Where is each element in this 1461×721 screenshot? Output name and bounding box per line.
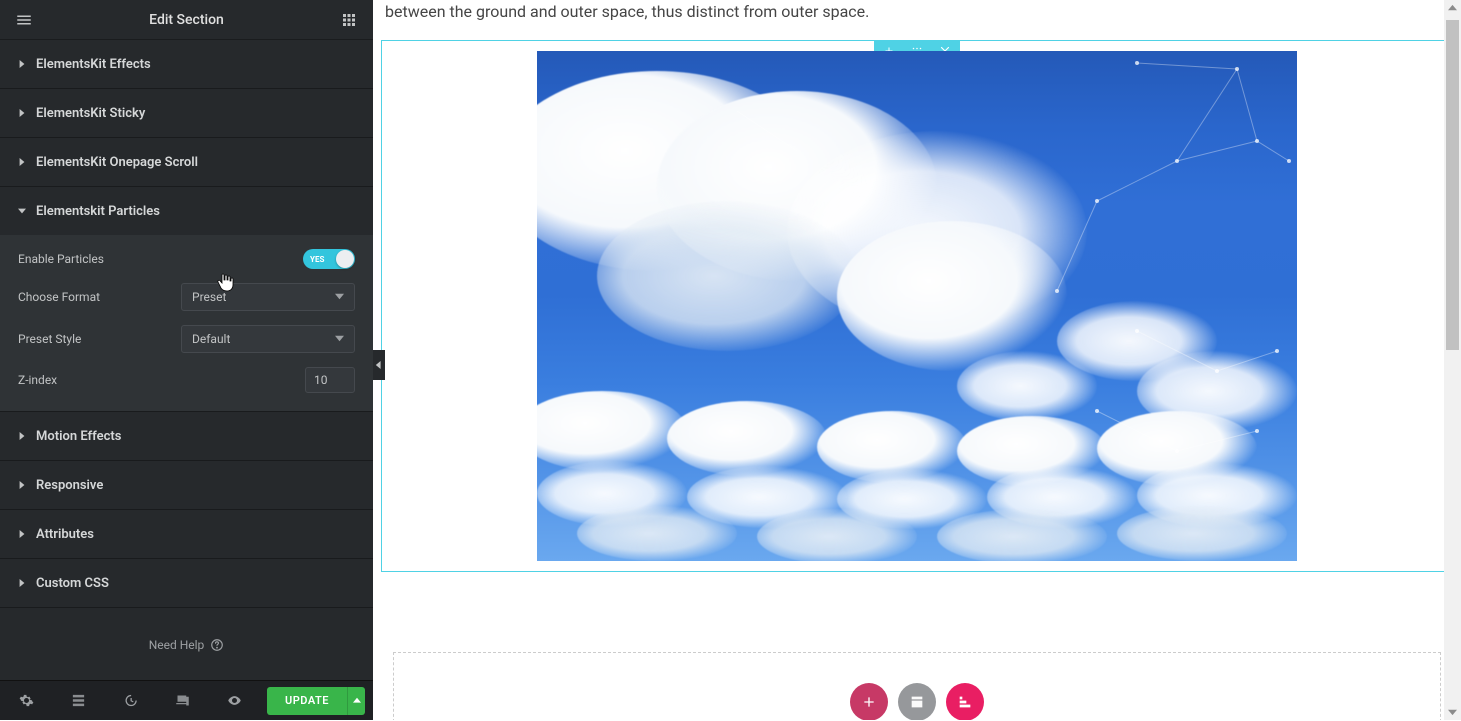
sidebar-collapse-handle[interactable] [373, 350, 385, 380]
accordion-responsive[interactable]: Responsive [0, 461, 373, 509]
new-section-placeholder[interactable] [393, 652, 1441, 720]
accordion-label: Attributes [36, 527, 94, 542]
accordion-elementskit-particles[interactable]: Elementskit Particles [0, 187, 373, 235]
preset-style-select[interactable]: Default [181, 325, 355, 353]
chevron-down-icon [335, 290, 344, 304]
chevron-down-icon [335, 332, 344, 346]
enable-particles-toggle[interactable]: YES [303, 249, 355, 269]
sidebar-header: Edit Section [0, 0, 373, 40]
preset-style-label: Preset Style [18, 332, 181, 346]
accordion-label: Motion Effects [36, 429, 121, 444]
choose-format-select[interactable]: Preset [181, 283, 355, 311]
add-elementskit-button[interactable] [946, 683, 984, 720]
apps-icon[interactable] [337, 8, 361, 32]
toggle-knob [336, 250, 354, 268]
need-help-link[interactable]: Need Help [0, 608, 373, 680]
update-button[interactable]: UPDATE [267, 687, 347, 715]
settings-icon[interactable] [0, 681, 52, 721]
sky-image [537, 51, 1297, 561]
scroll-up-button[interactable] [1444, 0, 1461, 17]
responsive-icon[interactable] [156, 681, 208, 721]
select-value: Default [192, 332, 230, 346]
scroll-down-button[interactable] [1444, 703, 1461, 720]
enable-particles-label: Enable Particles [18, 252, 303, 266]
caret-down-icon [18, 207, 26, 215]
sidebar-title: Edit Section [36, 12, 337, 28]
choose-format-label: Choose Format [18, 290, 181, 304]
help-text: Need Help [149, 638, 205, 652]
accordion-label: ElementsKit Effects [36, 57, 151, 72]
accordion-custom-css[interactable]: Custom CSS [0, 559, 373, 607]
add-template-button[interactable] [898, 683, 936, 720]
editor-sidebar: Edit Section ElementsKit Effects Element… [0, 0, 373, 720]
vertical-scrollbar[interactable] [1444, 0, 1461, 720]
selected-section[interactable] [381, 40, 1453, 572]
accordion-label: ElementsKit Sticky [36, 106, 145, 121]
preview-icon[interactable] [208, 681, 260, 721]
canvas-intro-text: between the ground and outer space, thus… [373, 0, 1461, 34]
scroll-thumb[interactable] [1446, 20, 1459, 350]
caret-right-icon [18, 481, 26, 489]
sidebar-footer: UPDATE [0, 680, 373, 720]
particles-content: Enable Particles YES Choose Format Prese… [0, 235, 373, 411]
caret-right-icon [18, 109, 26, 117]
toggle-on-text: YES [310, 255, 324, 264]
menu-icon[interactable] [12, 8, 36, 32]
particle-overlay [537, 51, 1297, 561]
caret-right-icon [18, 579, 26, 587]
caret-right-icon [18, 432, 26, 440]
accordion-elementskit-sticky[interactable]: ElementsKit Sticky [0, 89, 373, 137]
caret-right-icon [18, 530, 26, 538]
update-button-caret[interactable] [347, 687, 365, 715]
navigator-icon[interactable] [52, 681, 104, 721]
sidebar-panel-body: ElementsKit Effects ElementsKit Sticky E… [0, 40, 373, 680]
accordion-label: Responsive [36, 478, 103, 493]
add-section-actions [850, 683, 984, 720]
accordion-attributes[interactable]: Attributes [0, 510, 373, 558]
caret-right-icon [18, 158, 26, 166]
accordion-label: Custom CSS [36, 576, 109, 591]
accordion-label: Elementskit Particles [36, 204, 160, 219]
zindex-label: Z-index [18, 373, 305, 387]
canvas-area[interactable]: between the ground and outer space, thus… [373, 0, 1461, 720]
accordion-motion-effects[interactable]: Motion Effects [0, 412, 373, 460]
select-value: Preset [192, 290, 226, 304]
history-icon[interactable] [104, 681, 156, 721]
help-icon [210, 638, 224, 652]
caret-right-icon [18, 60, 26, 68]
accordion-elementskit-onepage[interactable]: ElementsKit Onepage Scroll [0, 138, 373, 186]
zindex-input[interactable] [305, 367, 355, 393]
accordion-elementskit-effects[interactable]: ElementsKit Effects [0, 40, 373, 88]
accordion-label: ElementsKit Onepage Scroll [36, 155, 198, 170]
add-new-section-button[interactable] [850, 683, 888, 720]
